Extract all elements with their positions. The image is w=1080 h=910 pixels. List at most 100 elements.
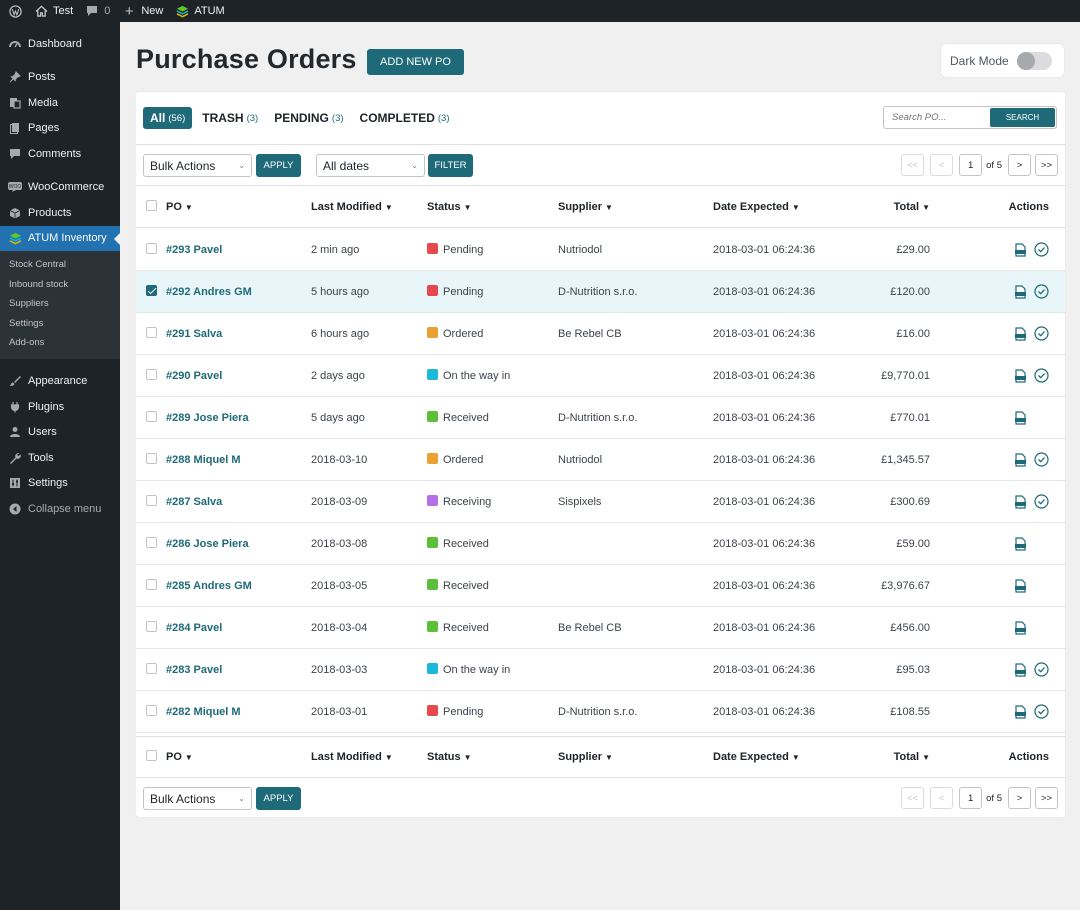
po-link[interactable]: #293 Pavel <box>166 244 222 256</box>
po-link[interactable]: #287 Salva <box>166 496 222 508</box>
mark-complete-icon[interactable] <box>1034 452 1049 467</box>
sidebar-item-posts[interactable]: Posts <box>0 65 120 91</box>
search-button[interactable]: SEARCH <box>990 108 1055 127</box>
column-po[interactable]: PO ▼ <box>166 751 193 763</box>
column-last-modified[interactable]: Last Modified ▼ <box>311 201 393 213</box>
submenu-item-inbound-stock[interactable]: Inbound stock <box>0 275 120 295</box>
search-input[interactable] <box>884 112 990 123</box>
po-link[interactable]: #289 Jose Piera <box>166 412 249 424</box>
po-link[interactable]: #290 Pavel <box>166 370 222 382</box>
pdf-icon[interactable] <box>1014 326 1027 341</box>
row-checkbox[interactable] <box>146 326 157 341</box>
wordpress-logo-button[interactable] <box>0 0 28 22</box>
view-trash[interactable]: TRASH (3) <box>202 107 258 129</box>
po-link[interactable]: #283 Pavel <box>166 664 222 676</box>
mark-complete-icon[interactable] <box>1034 662 1049 677</box>
view-pending[interactable]: PENDING (3) <box>274 107 343 129</box>
bulk-actions-select[interactable]: Bulk Actions ⌄ <box>143 154 252 177</box>
column-status[interactable]: Status ▼ <box>427 751 472 763</box>
first-page-button[interactable]: << <box>901 787 925 809</box>
next-page-button[interactable]: > <box>1008 787 1031 809</box>
column-last-modified[interactable]: Last Modified ▼ <box>311 751 393 763</box>
mark-complete-icon[interactable] <box>1034 368 1049 383</box>
submenu-item-stock-central[interactable]: Stock Central <box>0 255 120 275</box>
row-checkbox[interactable] <box>146 242 157 257</box>
mark-complete-icon[interactable] <box>1034 284 1049 299</box>
submenu-item-add-ons[interactable]: Add-ons <box>0 333 120 353</box>
po-link[interactable]: #291 Salva <box>166 328 222 340</box>
pdf-icon[interactable] <box>1014 704 1027 719</box>
mark-complete-icon[interactable] <box>1034 326 1049 341</box>
sidebar-item-settings[interactable]: Settings <box>0 471 120 497</box>
column-total[interactable]: Total ▼ <box>894 201 930 213</box>
pdf-icon[interactable] <box>1014 284 1027 299</box>
pdf-icon[interactable] <box>1014 536 1027 551</box>
current-page-input[interactable]: 1 <box>959 787 983 809</box>
row-checkbox[interactable] <box>146 620 157 635</box>
atum-adminbar-link[interactable]: ATUM <box>169 0 230 22</box>
row-checkbox[interactable] <box>146 284 157 299</box>
sidebar-item-dashboard[interactable]: Dashboard <box>0 31 120 57</box>
column-supplier[interactable]: Supplier ▼ <box>558 201 613 213</box>
mark-complete-icon[interactable] <box>1034 494 1049 509</box>
pdf-icon[interactable] <box>1014 242 1027 257</box>
first-page-button[interactable]: << <box>901 154 925 176</box>
po-link[interactable]: #285 Andres GM <box>166 580 252 592</box>
bulk-actions-select[interactable]: Bulk Actions ⌄ <box>143 787 252 810</box>
prev-page-button[interactable]: < <box>930 787 954 809</box>
site-name-link[interactable]: Test <box>28 0 79 22</box>
sidebar-item-woocommerce[interactable]: WOO WooCommerce <box>0 175 120 201</box>
po-link[interactable]: #292 Andres GM <box>166 286 252 298</box>
pdf-icon[interactable] <box>1014 578 1027 593</box>
filter-button[interactable]: FILTER <box>428 154 473 177</box>
mark-complete-icon[interactable] <box>1034 242 1049 257</box>
sidebar-item-plugins[interactable]: Plugins <box>0 394 120 420</box>
last-page-button[interactable]: >> <box>1035 787 1058 809</box>
sidebar-item-users[interactable]: Users <box>0 420 120 446</box>
row-checkbox[interactable] <box>146 410 157 425</box>
select-all-checkbox[interactable] <box>146 199 157 214</box>
sidebar-item-pages[interactable]: Pages <box>0 116 120 142</box>
column-date-expected[interactable]: Date Expected ▼ <box>713 751 800 763</box>
dates-select[interactable]: All dates ⌄ <box>316 154 425 177</box>
po-link[interactable]: #288 Miquel M <box>166 454 241 466</box>
row-checkbox[interactable] <box>146 662 157 677</box>
pdf-icon[interactable] <box>1014 368 1027 383</box>
row-checkbox[interactable] <box>146 578 157 593</box>
row-checkbox[interactable] <box>146 536 157 551</box>
column-date-expected[interactable]: Date Expected ▼ <box>713 201 800 213</box>
view-completed[interactable]: COMPLETED (3) <box>360 107 450 129</box>
column-po[interactable]: PO ▼ <box>166 201 193 213</box>
sidebar-item-atum-inventory[interactable]: ATUM Inventory <box>0 225 120 251</box>
submenu-item-settings[interactable]: Settings <box>0 314 120 334</box>
pdf-icon[interactable] <box>1014 494 1027 509</box>
sidebar-item-media[interactable]: Media <box>0 90 120 116</box>
collapse-menu-button[interactable]: Collapse menu <box>0 496 120 522</box>
current-page-input[interactable]: 1 <box>959 154 983 176</box>
prev-page-button[interactable]: < <box>930 154 954 176</box>
column-supplier[interactable]: Supplier ▼ <box>558 751 613 763</box>
pdf-icon[interactable] <box>1014 620 1027 635</box>
row-checkbox[interactable] <box>146 368 157 383</box>
select-all-checkbox[interactable] <box>146 750 157 764</box>
sidebar-item-tools[interactable]: Tools <box>0 445 120 471</box>
new-content-link[interactable]: + New <box>116 0 169 22</box>
po-link[interactable]: #286 Jose Piera <box>166 538 249 550</box>
apply-button[interactable]: APPLY <box>256 154 301 177</box>
po-link[interactable]: #282 Miquel M <box>166 706 241 718</box>
pdf-icon[interactable] <box>1014 662 1027 677</box>
add-new-po-button[interactable]: ADD NEW PO <box>367 49 464 75</box>
column-status[interactable]: Status ▼ <box>427 201 472 213</box>
mark-complete-icon[interactable] <box>1034 704 1049 719</box>
dark-mode-toggle[interactable] <box>1016 51 1052 70</box>
row-checkbox[interactable] <box>146 704 157 719</box>
next-page-button[interactable]: > <box>1008 154 1031 176</box>
view-all[interactable]: All (56) <box>143 107 193 129</box>
po-link[interactable]: #284 Pavel <box>166 622 222 634</box>
pdf-icon[interactable] <box>1014 410 1027 425</box>
last-page-button[interactable]: >> <box>1035 154 1058 176</box>
comments-link[interactable]: 0 <box>79 0 116 22</box>
column-total[interactable]: Total ▼ <box>894 751 930 763</box>
apply-button[interactable]: APPLY <box>256 787 301 810</box>
row-checkbox[interactable] <box>146 494 157 509</box>
